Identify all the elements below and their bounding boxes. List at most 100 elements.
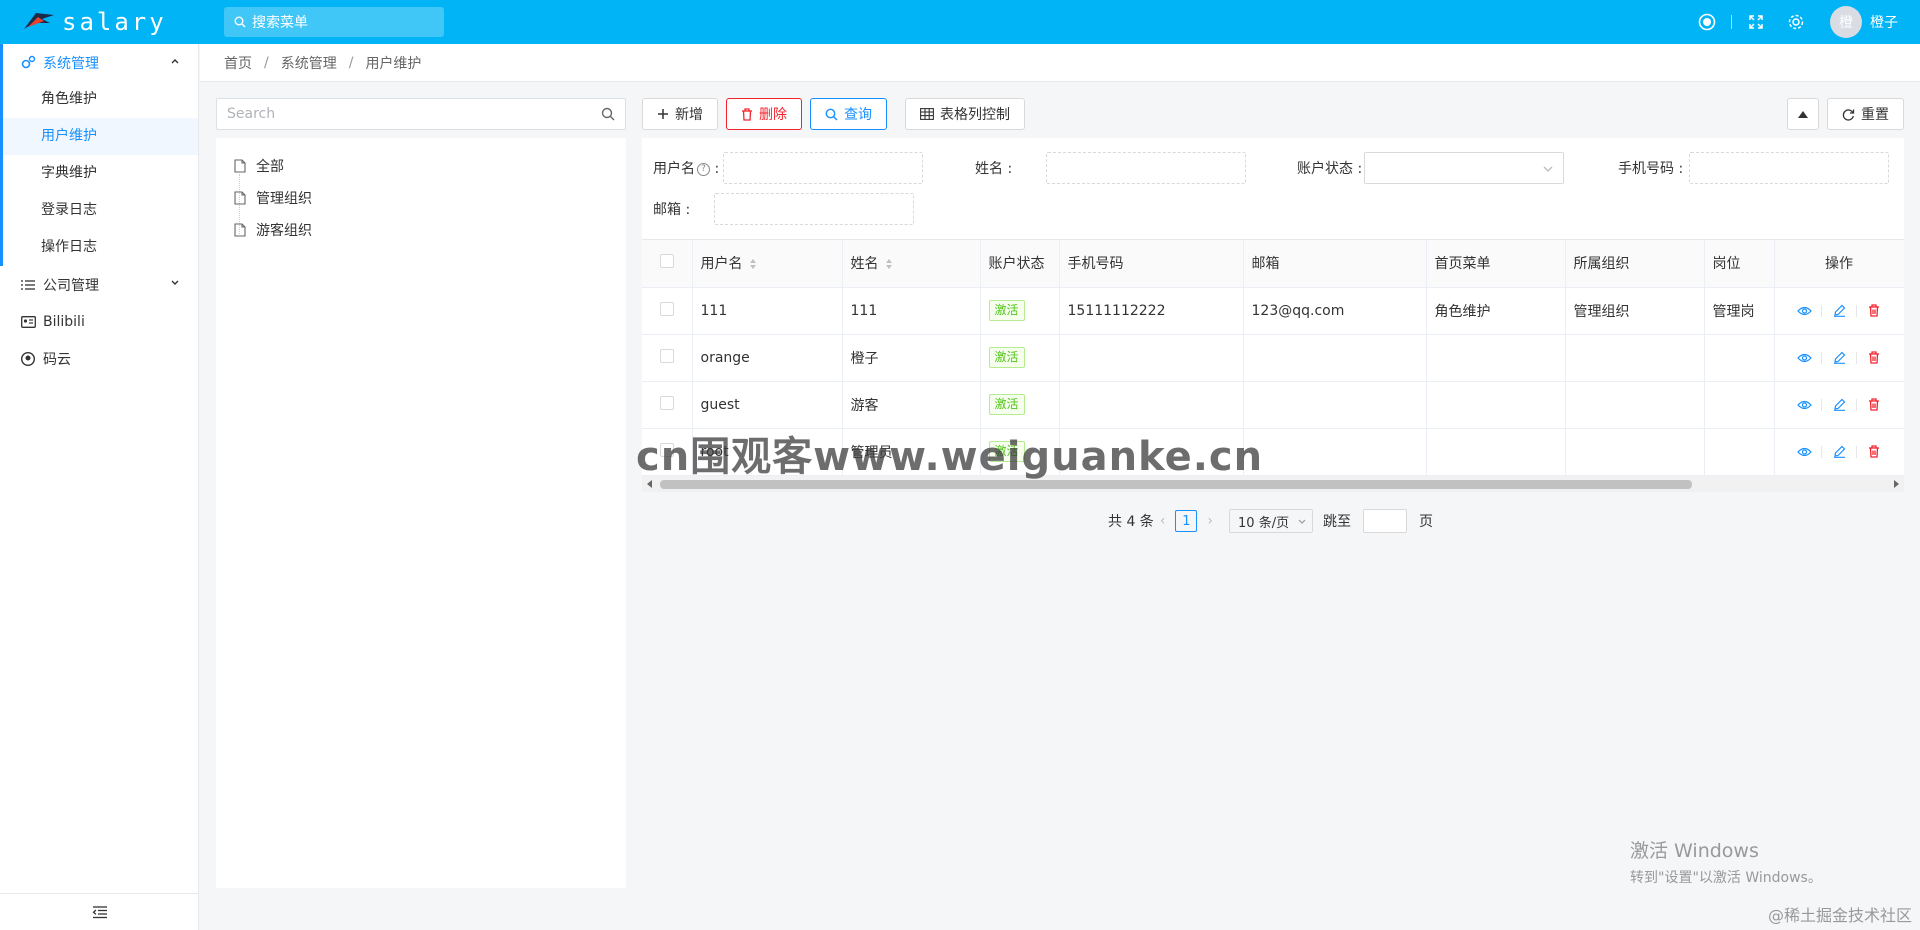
cell-org: 管理组织	[1565, 287, 1705, 335]
sidebar-collapse-button[interactable]	[0, 893, 199, 930]
edit-button[interactable]	[1827, 351, 1851, 364]
trash-icon	[1869, 304, 1879, 317]
sort-icon[interactable]	[749, 258, 757, 270]
sidebar-group-system[interactable]: 系统管理	[0, 44, 198, 81]
delete-row-button[interactable]	[1862, 398, 1886, 411]
theme-button[interactable]	[1687, 0, 1727, 44]
breadcrumb-separator: /	[348, 54, 354, 71]
cell-email	[1243, 428, 1427, 476]
delete-row-button[interactable]	[1862, 445, 1886, 458]
tree-search-input[interactable]	[227, 106, 601, 122]
settings-button[interactable]	[1776, 0, 1816, 44]
cell-actions	[1773, 287, 1904, 335]
delete-button[interactable]: 删除	[726, 98, 802, 130]
status-badge: 激活	[988, 300, 1025, 321]
filter-status: 账户状态 :	[1297, 152, 1565, 184]
username-input[interactable]	[723, 152, 924, 184]
cell-email: 123@qq.com	[1243, 287, 1427, 335]
divider	[1856, 304, 1857, 317]
page-number-current[interactable]: 1	[1175, 510, 1198, 532]
delete-row-button[interactable]	[1862, 351, 1886, 364]
row-checkbox[interactable]	[659, 395, 674, 410]
sidebar-group-gitee[interactable]: 码云	[0, 340, 198, 377]
column-control-button[interactable]: 表格列控制	[905, 98, 1025, 130]
row-checkbox[interactable]	[659, 301, 674, 316]
tree-node-label: 全部	[256, 159, 284, 175]
select-all-checkbox[interactable]	[659, 254, 674, 269]
filter-phone: 手机号码 :	[1618, 152, 1890, 184]
fullscreen-button[interactable]	[1736, 0, 1776, 44]
logo-icon	[24, 13, 54, 29]
tree-node-label: 管理组织	[256, 191, 312, 207]
logo[interactable]: salary	[0, 0, 200, 44]
view-button[interactable]	[1792, 447, 1816, 457]
sidebar-item-operation-log[interactable]: 操作日志	[3, 229, 198, 266]
search-icon[interactable]	[601, 107, 615, 121]
chevron-down-icon	[171, 280, 179, 285]
delete-row-button[interactable]	[1862, 304, 1886, 317]
sidebar-item-role[interactable]: 角色维护	[3, 81, 198, 118]
scroll-right-arrow[interactable]	[1894, 480, 1899, 488]
divider	[1821, 445, 1822, 458]
help-icon[interactable]: ?	[697, 162, 710, 176]
fullscreen-icon	[1749, 15, 1763, 29]
filter-username: 用户名? :	[653, 152, 924, 184]
cell-status: 激活	[980, 334, 1060, 382]
menu-search[interactable]: 搜索菜单	[224, 7, 444, 37]
reset-button[interactable]: 重置	[1827, 98, 1904, 130]
avatar[interactable]: 橙	[1830, 6, 1862, 38]
pencil-icon	[1833, 304, 1845, 317]
view-button[interactable]	[1792, 353, 1816, 363]
sidebar-group-bilibili[interactable]: Bilibili	[0, 303, 198, 340]
cell-menu	[1426, 381, 1566, 429]
row-checkbox[interactable]	[659, 348, 674, 363]
page-size-label: 10 条/页	[1238, 515, 1290, 531]
prev-page-button[interactable]: ‹	[1160, 513, 1166, 529]
name-input[interactable]	[1046, 152, 1247, 184]
collapse-filter-button[interactable]	[1787, 98, 1819, 130]
divider	[1856, 351, 1857, 364]
tree-node-admin-org[interactable]: 管理组织	[216, 182, 626, 214]
total-count: 共 4 条	[1108, 514, 1154, 530]
view-button[interactable]	[1792, 306, 1816, 316]
edit-button[interactable]	[1827, 398, 1851, 411]
status-badge: 激活	[988, 347, 1025, 368]
breadcrumb-home[interactable]: 首页	[224, 53, 252, 73]
status-badge: 激活	[988, 394, 1025, 415]
table-row[interactable]: guest 游客 激活	[642, 381, 1904, 429]
eye-icon	[1796, 447, 1812, 456]
phone-input[interactable]	[1689, 152, 1890, 184]
sidebar-group-company[interactable]: 公司管理	[0, 266, 198, 303]
column-header-username[interactable]: 用户名	[692, 240, 843, 288]
divider	[1731, 15, 1732, 29]
filter-status-label: 账户状态 :	[1297, 161, 1363, 177]
table-row[interactable]: orange 橙子 激活	[642, 334, 1904, 382]
sidebar: 系统管理 角色维护 用户维护 字典维护 登录日志 操作日志 公司管理 Bilib…	[0, 44, 199, 930]
edit-button[interactable]	[1827, 445, 1851, 458]
add-button[interactable]: 新增	[642, 98, 718, 130]
column-header-name[interactable]: 姓名	[842, 240, 981, 288]
sidebar-item-dict[interactable]: 字典维护	[3, 155, 198, 192]
cell-menu: 角色维护	[1426, 287, 1566, 335]
sidebar-item-login-log[interactable]: 登录日志	[3, 192, 198, 229]
tree-node-guest-org[interactable]: 游客组织	[216, 214, 626, 246]
status-select[interactable]	[1364, 152, 1565, 184]
table-row[interactable]: 111 111 激活 15111112222 123@qq.com 角色维护 管理组织 管理岗	[642, 287, 1904, 335]
cell-post	[1704, 428, 1775, 476]
breadcrumb-system[interactable]: 系统管理	[281, 53, 337, 73]
email-input[interactable]	[714, 193, 915, 225]
sort-icon[interactable]	[885, 258, 893, 270]
sidebar-item-user[interactable]: 用户维护	[3, 118, 198, 155]
user-name[interactable]: 橙子	[1870, 12, 1898, 32]
edit-button[interactable]	[1827, 304, 1851, 317]
tree-search	[216, 98, 626, 130]
query-button[interactable]: 查询	[810, 98, 887, 130]
jump-page-input[interactable]	[1363, 509, 1408, 533]
page-size-select[interactable]: 10 条/页	[1229, 509, 1314, 533]
breadcrumb-current: 用户维护	[365, 55, 422, 72]
id-card-icon	[20, 314, 36, 330]
next-page-button[interactable]: ›	[1207, 513, 1213, 529]
view-button[interactable]	[1792, 400, 1816, 410]
select-all-cell	[642, 240, 693, 288]
tree-node-all[interactable]: 全部	[216, 150, 626, 182]
